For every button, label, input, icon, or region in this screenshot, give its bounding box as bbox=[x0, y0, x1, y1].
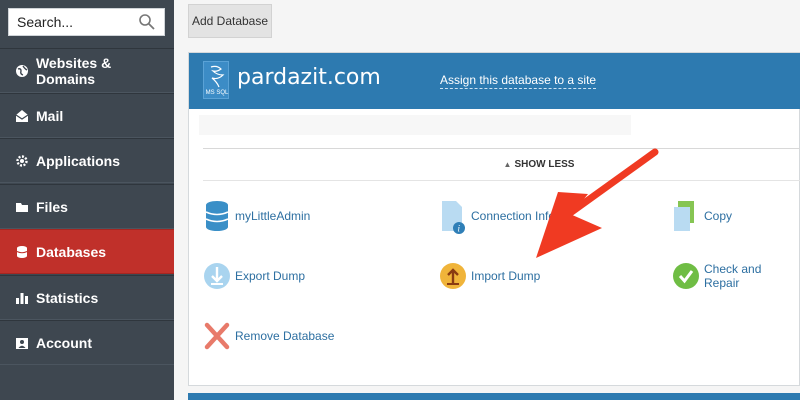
sidebar-item-websites-domains[interactable]: Websites & Domains bbox=[0, 48, 174, 93]
tool-import-dump[interactable]: Import Dump bbox=[439, 259, 540, 293]
sidebar-item-label: Files bbox=[36, 198, 68, 215]
mssql-icon: MS SQL bbox=[203, 61, 229, 99]
sidebar-item-statistics[interactable]: Statistics bbox=[0, 275, 174, 320]
sidebar-item-files[interactable]: Files bbox=[0, 184, 174, 229]
database-name: pardazit.com bbox=[237, 65, 381, 90]
tool-label: Connection Info bbox=[471, 209, 556, 223]
next-panel-header bbox=[188, 393, 800, 400]
assign-database-link[interactable]: Assign this database to a site bbox=[440, 73, 597, 89]
sidebar-item-databases[interactable]: Databases bbox=[0, 229, 174, 274]
tool-label: Remove Database bbox=[235, 329, 335, 343]
files-icon bbox=[14, 199, 30, 215]
import-icon bbox=[439, 259, 467, 293]
info-document-icon: i bbox=[439, 199, 467, 234]
show-less-toggle[interactable]: ▲ SHOW LESS bbox=[189, 159, 800, 170]
sidebar-item-mail[interactable]: Mail bbox=[0, 93, 174, 138]
tool-label: Check and Repair bbox=[704, 262, 762, 290]
tool-check-and-repair[interactable]: Check and Repair bbox=[672, 259, 799, 293]
tool-label: Copy bbox=[704, 209, 733, 223]
globe-icon bbox=[14, 63, 30, 79]
add-database-button[interactable]: Add Database bbox=[188, 4, 272, 38]
gear-icon bbox=[14, 153, 30, 169]
sidebar-item-label: Mail bbox=[36, 107, 64, 124]
bar-chart-icon bbox=[14, 290, 30, 306]
tool-copy[interactable]: Copy bbox=[672, 199, 732, 233]
search-icon[interactable] bbox=[138, 13, 156, 31]
database-info-bar bbox=[199, 115, 631, 135]
main-content: Add Database MS SQL pardazit.com Assign … bbox=[174, 0, 800, 400]
divider bbox=[203, 180, 800, 181]
sidebar-item-label: Statistics bbox=[36, 289, 99, 306]
database-icon bbox=[14, 244, 30, 260]
sidebar: Search... Websites & Domains Mail Applic… bbox=[0, 0, 174, 400]
remove-icon bbox=[203, 319, 231, 353]
show-less-label: SHOW LESS bbox=[514, 159, 575, 170]
sidebar-item-label: Applications bbox=[36, 152, 121, 169]
tool-label: Import Dump bbox=[471, 269, 541, 283]
mail-icon bbox=[14, 108, 30, 124]
sidebar-item-account[interactable]: Account bbox=[0, 320, 174, 365]
database-panel-header: MS SQL pardazit.com Assign this database… bbox=[189, 53, 800, 109]
search-input[interactable]: Search... bbox=[17, 14, 138, 30]
sidebar-item-label: Account bbox=[36, 334, 92, 351]
sidebar-item-label: Websites & Domains bbox=[35, 54, 112, 87]
tool-mylittleadmin[interactable]: myLittleAdmin bbox=[203, 199, 310, 233]
tool-connection-info[interactable]: i Connection Info bbox=[439, 199, 556, 234]
sidebar-item-label: Databases bbox=[36, 243, 107, 260]
tool-export-dump[interactable]: Export Dump bbox=[203, 259, 305, 293]
sidebar-item-applications[interactable]: Applications bbox=[0, 138, 174, 183]
database-stack-icon bbox=[203, 199, 231, 233]
search-box[interactable]: Search... bbox=[8, 8, 165, 36]
export-icon bbox=[203, 259, 231, 293]
tool-label: Export Dump bbox=[235, 269, 306, 283]
account-icon bbox=[14, 335, 30, 351]
divider bbox=[203, 148, 800, 149]
tool-label: myLittleAdmin bbox=[235, 209, 311, 223]
mssql-badge-label: MS SQL bbox=[205, 90, 229, 96]
check-icon bbox=[672, 259, 700, 293]
database-panel: MS SQL pardazit.com Assign this database… bbox=[188, 52, 800, 386]
chevron-up-icon: ▲ bbox=[503, 160, 512, 169]
copy-icon bbox=[672, 199, 700, 233]
tool-remove-database[interactable]: Remove Database bbox=[203, 319, 334, 353]
